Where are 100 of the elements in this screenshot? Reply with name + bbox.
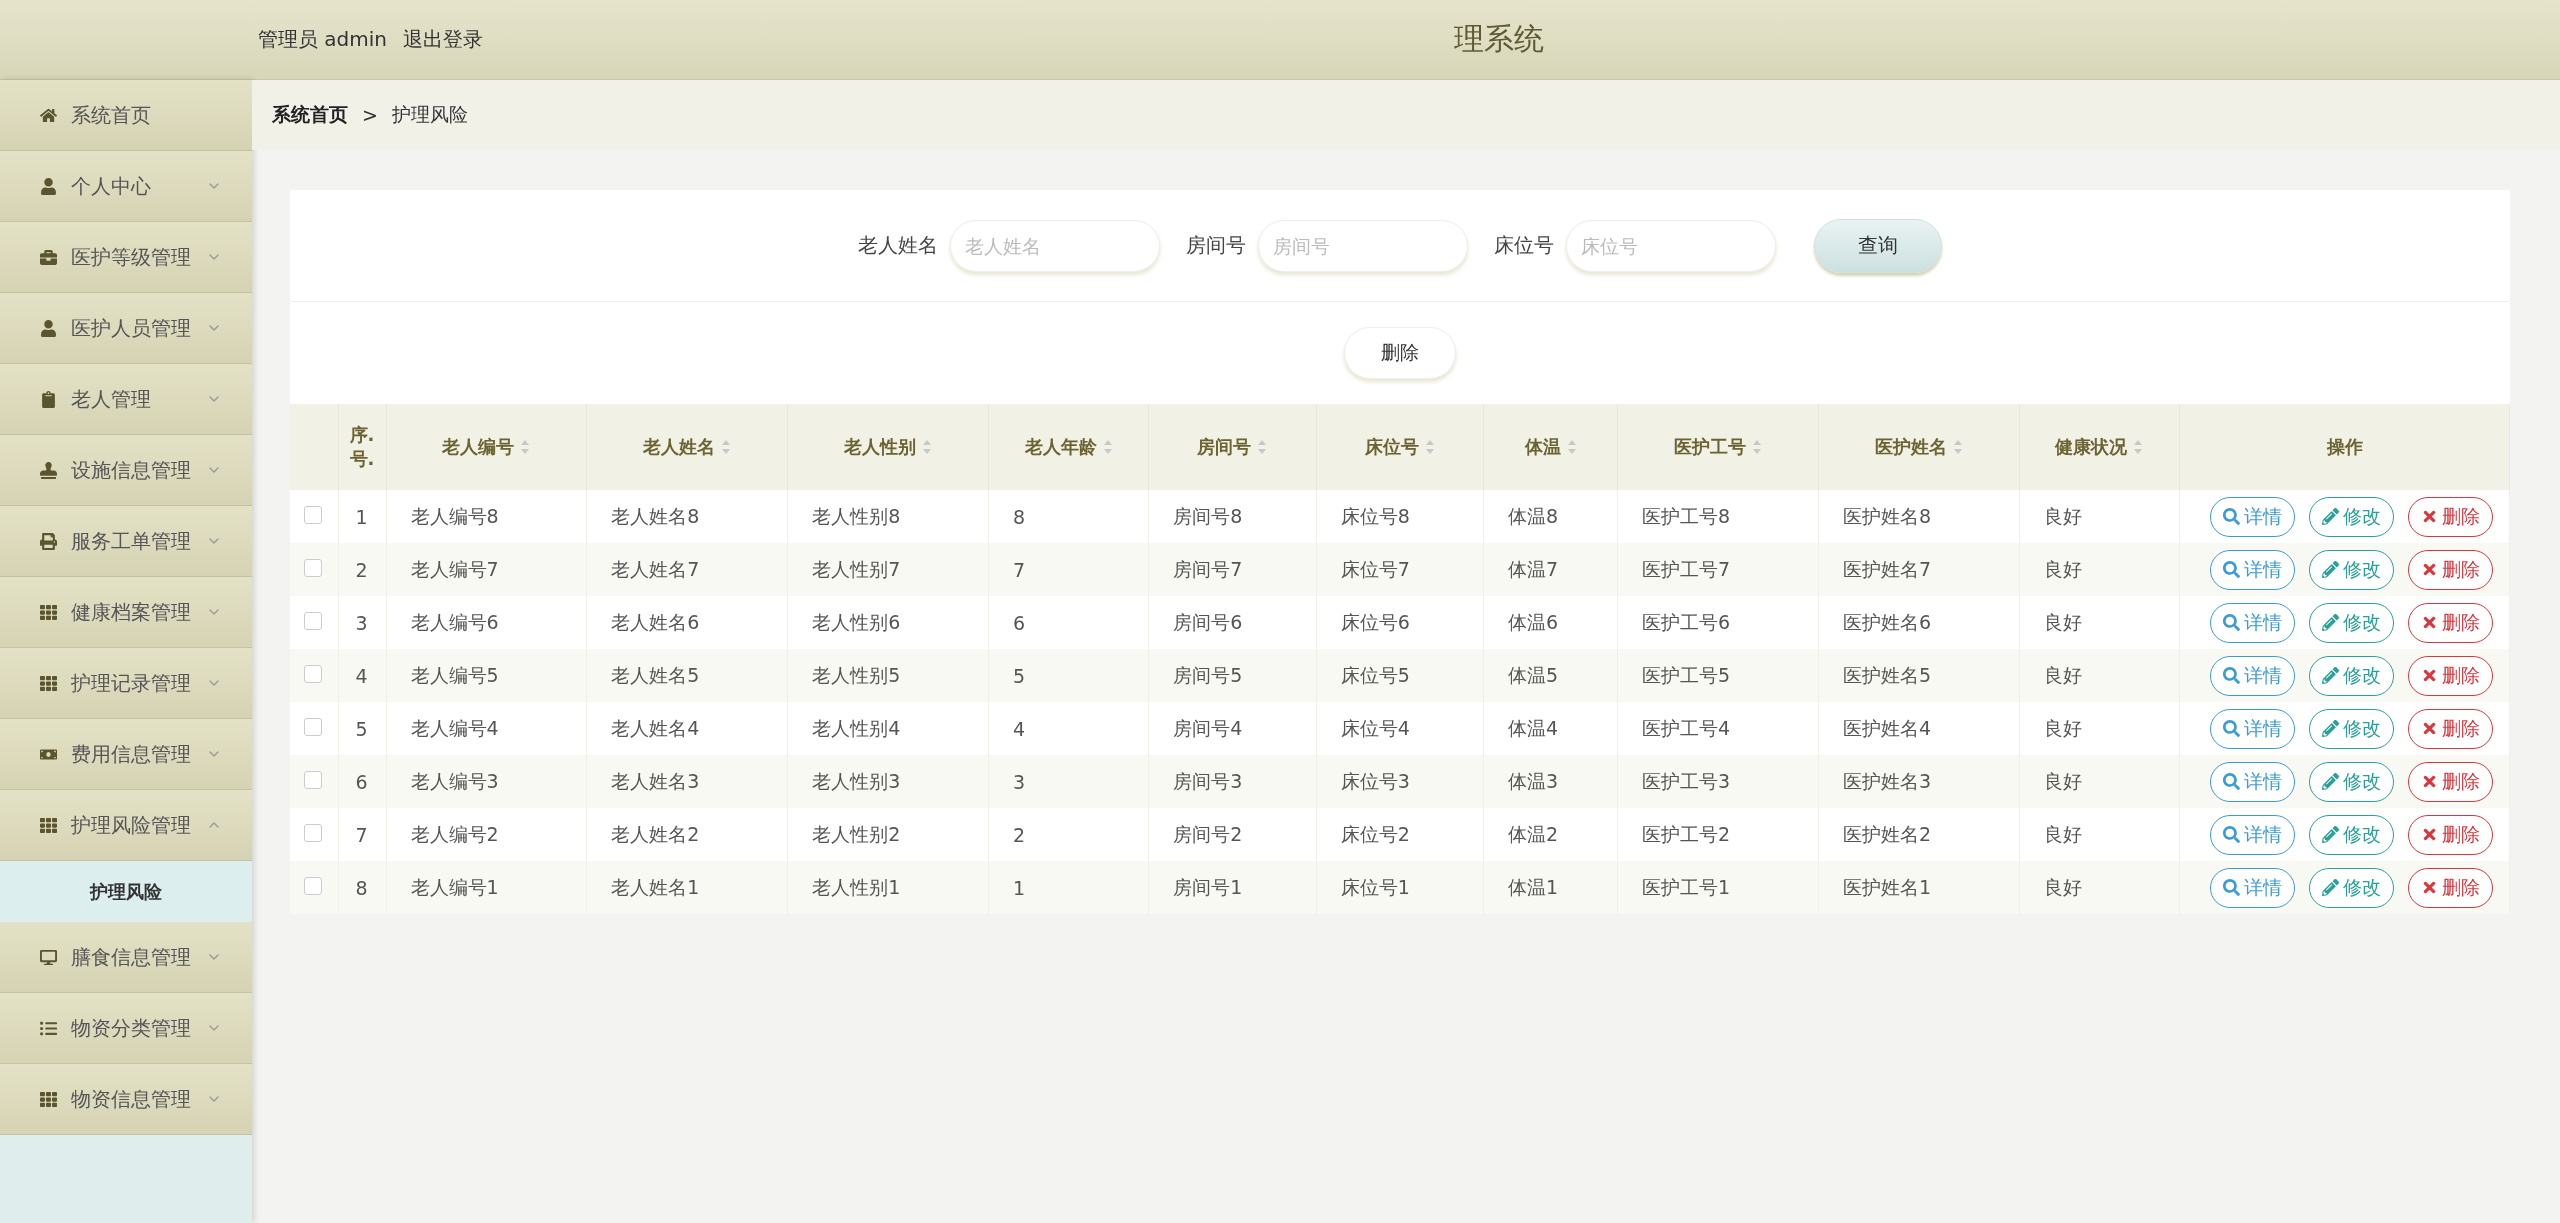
- detail-button[interactable]: 详情: [2210, 761, 2295, 802]
- edit-button[interactable]: 修改: [2309, 761, 2394, 802]
- table-cell: 房间号4: [1148, 702, 1317, 755]
- table-cell: 老人性别8: [787, 490, 989, 543]
- grid-icon: [40, 1090, 57, 1108]
- table-cell: 房间号2: [1148, 808, 1317, 861]
- table-cell: 体温4: [1483, 702, 1618, 755]
- sidebar-item[interactable]: 物资信息管理: [0, 1064, 252, 1135]
- column-header[interactable]: 老人性别: [787, 404, 989, 490]
- sort-icon[interactable]: [1566, 439, 1577, 455]
- detail-button[interactable]: 详情: [2210, 867, 2295, 908]
- delete-button[interactable]: 删除: [2408, 549, 2493, 590]
- table-cell: 床位号8: [1316, 490, 1484, 543]
- query-button[interactable]: 查询: [1814, 218, 1942, 273]
- sidebar-item[interactable]: 护理风险管理: [0, 790, 252, 861]
- delete-button[interactable]: 删除: [1344, 327, 1456, 379]
- sidebar-item[interactable]: 系统首页: [0, 80, 252, 151]
- sidebar-item[interactable]: 护理记录管理: [0, 648, 252, 719]
- sidebar-item[interactable]: 医护人员管理: [0, 293, 252, 364]
- edit-button[interactable]: 修改: [2309, 549, 2394, 590]
- column-header[interactable]: 医护姓名: [1818, 404, 2020, 490]
- field-label: 老人姓名: [858, 232, 938, 259]
- edit-button[interactable]: 修改: [2309, 867, 2394, 908]
- row-checkbox[interactable]: [304, 505, 323, 524]
- sort-icon[interactable]: [2133, 439, 2144, 455]
- column-header[interactable]: 医护工号: [1617, 404, 1819, 490]
- table-cell: 良好: [2019, 649, 2180, 702]
- close-icon: [2421, 667, 2438, 684]
- delete-button[interactable]: 删除: [2408, 867, 2493, 908]
- table-cell: 体温8: [1483, 490, 1618, 543]
- table-cell: 体温6: [1483, 596, 1618, 649]
- edit-button[interactable]: 修改: [2309, 496, 2394, 537]
- table-cell: 医护姓名1: [1818, 861, 2020, 914]
- breadcrumb-current: 护理风险: [391, 102, 468, 127]
- sidebar-item[interactable]: 设施信息管理: [0, 435, 252, 506]
- row-checkbox[interactable]: [304, 823, 323, 842]
- sidebar-item[interactable]: 老人管理: [0, 364, 252, 435]
- sidebar-item[interactable]: 物资分类管理: [0, 993, 252, 1064]
- sort-icon[interactable]: [1952, 439, 1963, 455]
- clipboard-icon: [40, 390, 57, 408]
- search-field[interactable]: 床位号: [1566, 219, 1776, 272]
- row-checkbox[interactable]: [304, 876, 323, 895]
- column-header[interactable]: 体温: [1483, 404, 1618, 490]
- row-checkbox[interactable]: [304, 664, 323, 683]
- breadcrumb-link[interactable]: 系统首页: [272, 102, 348, 128]
- sidebar-item[interactable]: 费用信息管理: [0, 719, 252, 790]
- sidebar-item[interactable]: 服务工单管理: [0, 506, 252, 577]
- column-header[interactable]: 老人编号: [386, 404, 587, 490]
- sort-icon[interactable]: [1424, 439, 1435, 455]
- column-header[interactable]: 老人姓名: [586, 404, 788, 490]
- sidebar-item[interactable]: 医护等级管理: [0, 222, 252, 293]
- sort-icon[interactable]: [922, 439, 933, 455]
- sort-icon[interactable]: [721, 439, 732, 455]
- detail-button[interactable]: 详情: [2210, 655, 2295, 696]
- sort-icon[interactable]: [1751, 439, 1762, 455]
- edit-button[interactable]: 修改: [2309, 814, 2394, 855]
- edit-button[interactable]: 修改: [2309, 655, 2394, 696]
- row-checkbox[interactable]: [304, 558, 323, 577]
- sort-icon[interactable]: [1102, 439, 1113, 455]
- table-cell: 房间号3: [1148, 755, 1317, 808]
- table-cell: 医护姓名3: [1818, 755, 2020, 808]
- row-checkbox[interactable]: [304, 770, 323, 789]
- edit-button[interactable]: 修改: [2309, 708, 2394, 749]
- close-icon: [2421, 826, 2438, 843]
- column-header[interactable]: 床位号: [1316, 404, 1484, 490]
- delete-button[interactable]: 删除: [2408, 761, 2493, 802]
- row-checkbox[interactable]: [304, 611, 323, 630]
- table-cell: 老人性别4: [787, 702, 989, 755]
- sort-icon[interactable]: [520, 439, 531, 455]
- table-cell: 床位号6: [1316, 596, 1484, 649]
- search-field[interactable]: 房间号: [1258, 219, 1468, 272]
- delete-button[interactable]: 删除: [2408, 814, 2493, 855]
- delete-button[interactable]: 删除: [2408, 655, 2493, 696]
- detail-button[interactable]: 详情: [2210, 496, 2295, 537]
- search-field[interactable]: 老人姓名: [950, 219, 1160, 272]
- detail-button[interactable]: 详情: [2210, 549, 2295, 590]
- table-cell: 4: [338, 649, 386, 702]
- grid-icon: [40, 674, 57, 692]
- column-header: 操作: [2179, 404, 2510, 490]
- column-header[interactable]: 房间号: [1148, 404, 1317, 490]
- table-cell: 2: [338, 543, 386, 596]
- detail-button[interactable]: 详情: [2210, 602, 2295, 643]
- logout-link[interactable]: 退出登录: [403, 26, 484, 53]
- row-checkbox[interactable]: [304, 717, 323, 736]
- detail-button[interactable]: 详情: [2210, 814, 2295, 855]
- sidebar-item[interactable]: 个人中心: [0, 151, 252, 222]
- sidebar-item[interactable]: 膳食信息管理: [0, 922, 252, 993]
- delete-button[interactable]: 删除: [2408, 602, 2493, 643]
- column-header[interactable]: 老人年龄: [988, 404, 1149, 490]
- sort-icon[interactable]: [1257, 439, 1268, 455]
- search-icon: [2223, 667, 2240, 684]
- pencil-icon: [2322, 720, 2339, 737]
- column-header[interactable]: 健康状况: [2019, 404, 2180, 490]
- delete-button[interactable]: 删除: [2408, 708, 2493, 749]
- sidebar-item[interactable]: 健康档案管理: [0, 577, 252, 648]
- delete-button[interactable]: 删除: [2408, 496, 2493, 537]
- edit-button[interactable]: 修改: [2309, 602, 2394, 643]
- sidebar-subitem[interactable]: 护理风险: [0, 861, 252, 922]
- detail-button[interactable]: 详情: [2210, 708, 2295, 749]
- table-cell: 老人性别7: [787, 543, 989, 596]
